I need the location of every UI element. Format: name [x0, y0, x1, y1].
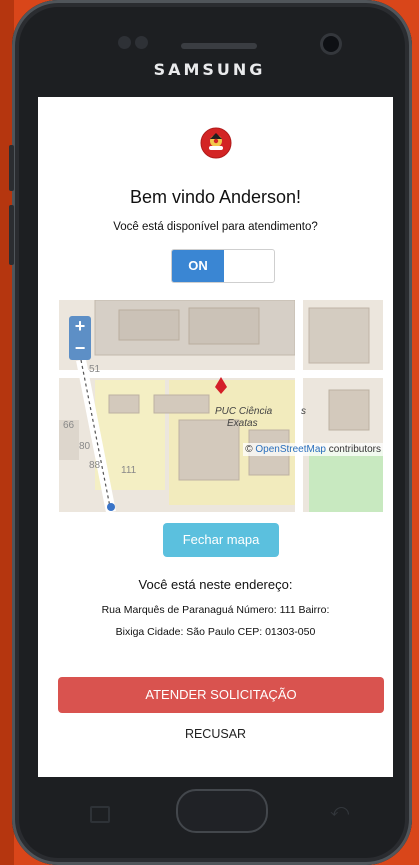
home-button[interactable] [176, 789, 268, 833]
map-zoom-control[interactable]: + − [69, 316, 91, 360]
address-line-1: Rua Marquês de Paranaguá Número: 111 Bai… [101, 604, 330, 616]
front-camera [323, 36, 339, 52]
street-number-66: 66 [63, 420, 75, 431]
place-label-line2: Exatas [227, 418, 258, 429]
zoom-out-button[interactable]: − [69, 338, 91, 360]
street-number-51: 51 [89, 364, 101, 375]
street-number-111: 111 [121, 465, 137, 476]
address-heading: Você está neste endereço: [138, 577, 293, 592]
recent-apps-icon[interactable] [90, 806, 110, 823]
earpiece-speaker [181, 43, 257, 49]
availability-toggle[interactable]: ON [171, 249, 275, 283]
attribution-suffix: contributors [328, 444, 381, 455]
address-line-2: Bixiga Cidade: São Paulo CEP: 01303-050 [115, 626, 316, 638]
sensor-dots [118, 36, 158, 50]
map-view[interactable]: + − 51 66 80 88 111 PUC Ciência s Exatas… [59, 300, 383, 512]
openstreetmap-link[interactable]: OpenStreetMap [255, 444, 326, 455]
decline-button[interactable]: RECUSAR [38, 727, 393, 741]
back-icon[interactable]: ⤺ [330, 800, 349, 821]
power-button [9, 205, 14, 265]
availability-question: Você está disponível para atendimento? [113, 221, 318, 233]
app-screen: Bem vindo Anderson! Você está disponível… [38, 97, 393, 777]
map-attribution: © OpenStreetMap contributors [243, 443, 383, 456]
phone-brand: SAMSUNG [153, 60, 266, 79]
welcome-title: Bem vindo Anderson! [129, 187, 302, 207]
accept-request-button[interactable]: ATENDER SOLICITAÇÃO [58, 677, 384, 713]
volume-button [9, 145, 14, 191]
close-map-button[interactable]: Fechar mapa [163, 523, 279, 557]
firefighter-emblem-icon [200, 127, 232, 159]
street-number-88: 88 [89, 460, 101, 471]
address-text: Rua Marquês de Paranaguá Número: 111 Bai… [48, 599, 383, 643]
place-label-suffix: s [301, 406, 306, 417]
toggle-on-label: ON [172, 250, 224, 282]
copyright-symbol: © [245, 444, 253, 455]
place-label: PUC Ciência [215, 406, 273, 417]
zoom-in-button[interactable]: + [69, 316, 91, 338]
street-number-80: 80 [79, 441, 91, 452]
